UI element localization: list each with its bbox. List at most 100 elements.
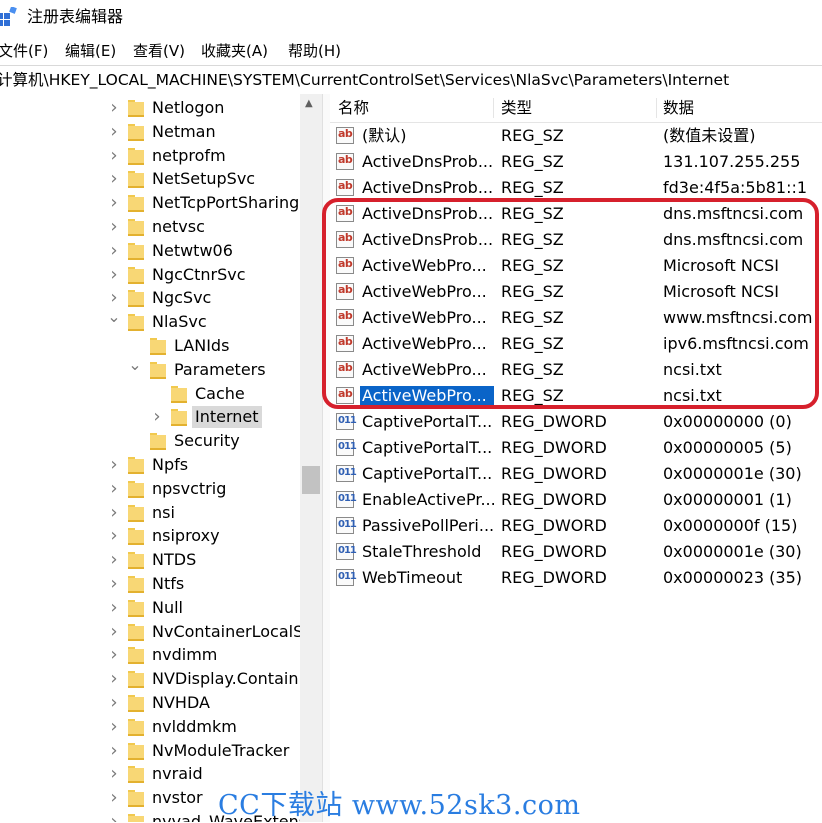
chevron-right-icon[interactable]: › [107, 575, 121, 593]
chevron-right-icon[interactable]: › [107, 646, 121, 664]
tree-node-label[interactable]: nvstor [149, 787, 206, 809]
tree-node-npfs[interactable]: › Npfs [0, 453, 300, 477]
tree-node-npsvctrig[interactable]: › npsvctrig [0, 477, 300, 501]
value-row[interactable]: 011 CaptivePortalT... REG_DWORD 0x00000005 … [330, 435, 822, 461]
menu-edit[interactable]: 编辑(E) [65, 41, 116, 61]
tree-node-label[interactable]: nsiproxy [149, 525, 223, 547]
tree-node-label[interactable]: NetSetupSvc [149, 168, 258, 190]
chevron-right-icon[interactable]: › [107, 194, 121, 212]
value-row[interactable]: 011 WebTimeout REG_DWORD 0x00000023 (35) [330, 565, 822, 591]
scroll-up-arrow-icon[interactable]: ▲ [305, 98, 313, 109]
chevron-down-icon[interactable]: ⌄ [107, 308, 121, 326]
value-row[interactable]: ab ActiveDnsProb... REG_SZ 131.107.255.255 [330, 149, 822, 175]
value-row[interactable]: 011 PassivePollPeri... REG_DWORD 0x0000000f… [330, 513, 822, 539]
tree-node-netsetupsvc[interactable]: › NetSetupSvc [0, 167, 300, 191]
tree-node-ntfs[interactable]: › Ntfs [0, 572, 300, 596]
chevron-right-icon[interactable]: › [107, 456, 121, 474]
column-header-name[interactable]: 名称 [330, 98, 494, 118]
tree-node-parameters[interactable]: ⌄ Parameters [0, 355, 300, 382]
tree-node-netvsc[interactable]: › netvsc [0, 215, 300, 239]
value-row[interactable]: ab ActiveDnsProb... REG_SZ dns.msftncsi.com [330, 201, 822, 227]
tree-node-label[interactable]: nsi [149, 502, 178, 524]
tree-node-label[interactable]: nvdimm [149, 644, 220, 666]
tree-node-label[interactable]: NgcCtnrSvc [149, 264, 249, 286]
tree-node-netman[interactable]: › Netman [0, 120, 300, 144]
chevron-right-icon[interactable]: › [107, 527, 121, 545]
tree-node-nsiproxy[interactable]: › nsiproxy [0, 524, 300, 548]
tree-node-netwtw06[interactable]: › Netwtw06 [0, 239, 300, 263]
tree-node-label[interactable]: Netlogon [149, 97, 227, 119]
chevron-right-icon[interactable]: › [107, 99, 121, 117]
tree-node-label[interactable]: LANIds [171, 335, 232, 357]
tree-node-ngcctnrsvc[interactable]: › NgcCtnrSvc [0, 263, 300, 287]
chevron-right-icon[interactable]: › [107, 670, 121, 688]
tree-node-ngcsvc[interactable]: › NgcSvc [0, 286, 300, 310]
tree-node-security[interactable]: Security [0, 429, 300, 453]
key-tree-pane[interactable]: › Netlogon › Netman › netprofm › NetSetupSvc › Ne… [0, 94, 300, 822]
tree-node-label[interactable]: NVHDA [149, 692, 213, 714]
value-row[interactable]: ab (默认) REG_SZ (数值未设置) [330, 123, 822, 149]
scrollbar-thumb[interactable] [302, 466, 320, 494]
tree-node-label[interactable]: Internet [192, 406, 262, 429]
title-bar[interactable]: 注册表编辑器 [0, 0, 822, 36]
menu-view[interactable]: 查看(V) [133, 41, 185, 61]
tree-node-nvhda[interactable]: › NVHDA [0, 691, 300, 715]
column-header-type[interactable]: 类型 [493, 98, 657, 118]
chevron-right-icon[interactable]: › [107, 146, 121, 165]
value-row[interactable]: ab ActiveWebPro... REG_SZ ncsi.txt [330, 383, 822, 409]
tree-node-nvcontainerlocals[interactable]: › NvContainerLocalS [0, 620, 300, 644]
chevron-right-icon[interactable]: › [107, 694, 121, 712]
chevron-right-icon[interactable]: › [107, 503, 121, 522]
value-row[interactable]: 011 StaleThreshold REG_DWORD 0x0000001e (30… [330, 539, 822, 565]
tree-node-label[interactable]: NVDisplay.Contain [149, 668, 300, 690]
chevron-right-icon[interactable]: › [150, 408, 164, 426]
value-row[interactable]: ab ActiveWebPro... REG_SZ www.msftncsi.com [330, 305, 822, 331]
tree-node-nvdisplay-contain[interactable]: › NVDisplay.Contain [0, 667, 300, 691]
chevron-right-icon[interactable]: › [107, 289, 121, 307]
chevron-right-icon[interactable]: › [107, 741, 121, 760]
value-row[interactable]: 011 CaptivePortalT... REG_DWORD 0x00000000 … [330, 409, 822, 435]
tree-node-label[interactable]: netprofm [149, 145, 229, 167]
tree-node-label[interactable]: Cache [192, 383, 248, 405]
tree-node-label[interactable]: NTDS [149, 549, 199, 571]
tree-node-nsi[interactable]: › nsi [0, 501, 300, 525]
value-row[interactable]: ab ActiveWebPro... REG_SZ ncsi.txt [330, 357, 822, 383]
tree-node-label[interactable]: nvlddmkm [149, 716, 240, 738]
tree-node-label[interactable]: NvModuleTracker [149, 740, 292, 762]
tree-node-label[interactable]: npsvctrig [149, 478, 229, 500]
tree-node-label[interactable]: NetTcpPortSharing [149, 192, 300, 214]
tree-node-label[interactable]: Netwtw06 [149, 240, 236, 262]
tree-node-label[interactable]: NgcSvc [149, 287, 214, 309]
values-list-pane[interactable]: 名称 类型 数据 ab (默认) REG_SZ (数值未设置) ab ActiveDnsP… [330, 94, 822, 822]
tree-node-nvlddmkm[interactable]: › nvlddmkm [0, 715, 300, 739]
tree-node-label[interactable]: NvContainerLocalS [149, 621, 300, 643]
chevron-right-icon[interactable]: › [107, 551, 121, 569]
chevron-right-icon[interactable]: › [107, 218, 121, 236]
tree-node-nettcpportsharing[interactable]: › NetTcpPortSharing [0, 191, 300, 215]
tree-node-label[interactable]: Ntfs [149, 573, 187, 595]
tree-node-netlogon[interactable]: › Netlogon [0, 96, 300, 120]
address-bar[interactable]: 计算机\HKEY_LOCAL_MACHINE\SYSTEM\CurrentCon… [0, 65, 822, 95]
tree-node-nvmoduletracker[interactable]: › NvModuleTracker [0, 739, 300, 763]
tree-node-nvdimm[interactable]: › nvdimm [0, 643, 300, 667]
value-row[interactable]: 011 CaptivePortalT... REG_DWORD 0x0000001e … [330, 461, 822, 487]
menu-favorites[interactable]: 收藏夹(A) [201, 41, 268, 61]
chevron-right-icon[interactable]: › [107, 622, 121, 641]
value-row[interactable]: ab ActiveWebPro... REG_SZ ipv6.msftncsi.com [330, 331, 822, 357]
chevron-down-icon[interactable]: ⌄ [128, 355, 142, 374]
tree-node-lanids[interactable]: LANIds [0, 334, 300, 358]
chevron-right-icon[interactable]: › [107, 265, 121, 284]
menu-help[interactable]: 帮助(H) [288, 41, 341, 61]
tree-node-label[interactable]: netvsc [149, 216, 208, 238]
tree-node-label[interactable]: Netman [149, 121, 219, 143]
tree-scrollbar[interactable]: ▲ [300, 94, 322, 822]
chevron-right-icon[interactable]: › [107, 598, 121, 617]
value-row[interactable]: ab ActiveWebPro... REG_SZ Microsoft NCSI [330, 253, 822, 279]
tree-node-null[interactable]: › Null [0, 596, 300, 620]
tree-node-cache[interactable]: Cache [0, 382, 300, 406]
tree-node-label[interactable]: NlaSvc [149, 311, 210, 333]
chevron-right-icon[interactable]: › [107, 479, 121, 498]
chevron-right-icon[interactable]: › [107, 765, 121, 783]
column-header-data[interactable]: 数据 [655, 98, 822, 118]
tree-node-label[interactable]: Npfs [149, 454, 191, 476]
